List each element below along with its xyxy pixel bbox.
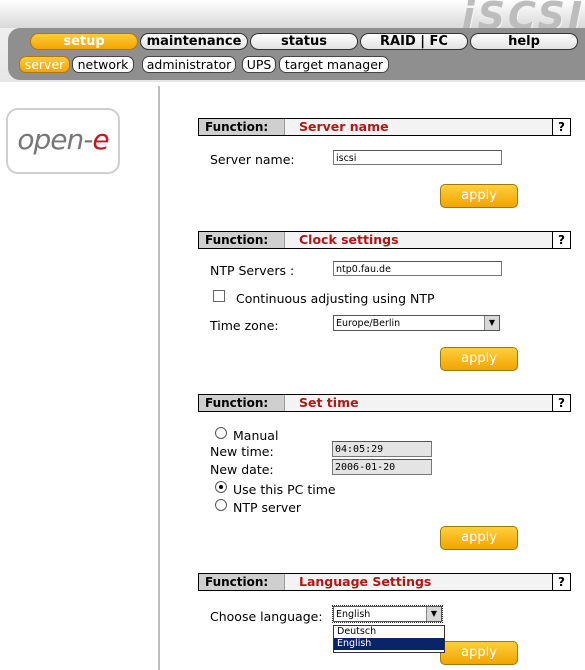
subtab-network[interactable]: network [72, 56, 134, 73]
use-pc-time-radio[interactable] [215, 481, 227, 493]
dropdown-arrow-icon[interactable]: ▼ [426, 607, 441, 621]
manual-radio[interactable] [215, 427, 227, 439]
nav-bar: setup maintenance status RAID | FC help … [8, 28, 585, 80]
language-option-deutsch[interactable]: Deutsch [334, 626, 444, 638]
column-divider [158, 86, 160, 670]
brand-strip: iSCSI [0, 0, 585, 38]
time-zone-select[interactable]: Europe/Berlin ▼ [333, 315, 500, 331]
tab-raid-fc[interactable]: RAID | FC [360, 33, 468, 50]
subtab-target-manager[interactable]: target manager [279, 56, 389, 73]
help-button[interactable]: ? [552, 574, 570, 590]
set-time-apply-button[interactable]: apply [440, 526, 518, 550]
server-name-title: Server name [299, 119, 389, 134]
language-apply-button[interactable]: apply [440, 641, 518, 665]
server-name-label: Server name: [210, 152, 295, 167]
ntp-servers-label: NTP Servers : [210, 263, 295, 278]
help-button[interactable]: ? [552, 232, 570, 248]
header: iSCSI setup maintenance status RAID | FC… [0, 0, 585, 82]
clock-apply-button[interactable]: apply [440, 347, 518, 371]
server-name-input[interactable]: iscsi [333, 150, 502, 165]
subtab-administrator[interactable]: administrator [142, 56, 236, 73]
tab-status[interactable]: status [250, 33, 358, 50]
clock-settings-title: Clock settings [299, 232, 399, 247]
language-title: Language Settings [299, 574, 432, 589]
function-label: Function: [199, 232, 285, 248]
clock-settings-function-bar: Function: Clock settings ? [198, 231, 571, 249]
ntp-servers-input[interactable]: ntp0.fau.de [333, 261, 502, 276]
function-label: Function: [199, 119, 285, 135]
server-name-apply-button[interactable]: apply [440, 184, 518, 208]
function-label: Function: [199, 395, 285, 411]
help-button[interactable]: ? [552, 395, 570, 411]
subtab-ups[interactable]: UPS [242, 56, 276, 73]
ntp-server-radio[interactable] [215, 499, 227, 511]
tab-help[interactable]: help [470, 33, 578, 50]
tab-setup[interactable]: setup [30, 33, 138, 50]
language-value: English [336, 609, 371, 620]
language-dropdown-list: Deutsch English [333, 625, 445, 653]
open-e-logo: open-e [6, 108, 120, 174]
new-time-input[interactable]: 04:05:29 [332, 441, 432, 457]
dropdown-arrow-icon[interactable]: ▼ [484, 316, 499, 330]
manual-label: Manual [233, 428, 279, 443]
time-zone-value: Europe/Berlin [336, 318, 401, 329]
language-select[interactable]: English ▼ [332, 605, 443, 623]
help-button[interactable]: ? [552, 119, 570, 135]
choose-language-label: Choose language: [210, 609, 323, 624]
server-name-function-bar: Function: Server name ? [198, 118, 571, 136]
continuous-ntp-checkbox[interactable] [213, 290, 225, 302]
function-label: Function: [199, 574, 285, 590]
subtab-server[interactable]: server [19, 56, 70, 73]
time-zone-label: Time zone: [210, 318, 279, 333]
continuous-ntp-label: Continuous adjusting using NTP [236, 291, 435, 306]
new-date-input[interactable]: 2006-01-20 [332, 459, 432, 475]
use-pc-time-label: Use this PC time [233, 482, 336, 497]
language-function-bar: Function: Language Settings ? [198, 573, 571, 591]
set-time-function-bar: Function: Set time ? [198, 394, 571, 412]
ntp-server-label: NTP server [233, 500, 302, 515]
new-date-label: New date: [210, 462, 274, 477]
new-time-label: New time: [210, 444, 274, 459]
set-time-title: Set time [299, 395, 359, 410]
tab-maintenance[interactable]: maintenance [140, 33, 248, 50]
language-option-english[interactable]: English [334, 638, 444, 650]
